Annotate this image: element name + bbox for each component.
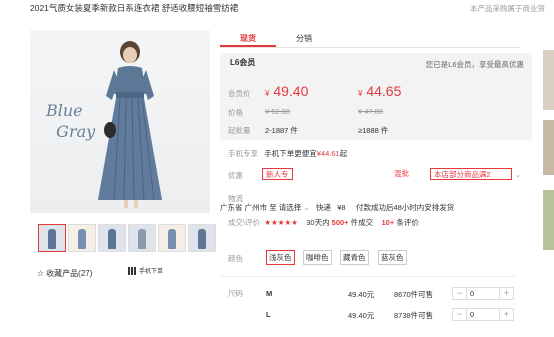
side-product-image[interactable]: [543, 190, 554, 250]
qr-code-icon: [128, 266, 136, 275]
table-row: L 49.40元 8738件可售 − 0 +: [220, 305, 516, 325]
deals-row: 成交\评价 ★★★★★ 30天内 500+ 件成交 10+ 条评价: [228, 217, 419, 228]
plus-button[interactable]: +: [500, 288, 513, 299]
color-label: 颜色: [228, 254, 243, 263]
size-table: M 49.40元 8670件可售 − 0 + L 49.40元 8738件可售 …: [220, 276, 516, 326]
side-product-image[interactable]: [543, 120, 554, 175]
ship-fee: ¥8: [337, 203, 346, 212]
color-option-light-gray[interactable]: 浅灰色: [266, 250, 295, 265]
size-stock: 8670件可售: [394, 290, 434, 299]
deals-period: 30天内: [306, 218, 330, 227]
thumbnail[interactable]: [158, 224, 186, 252]
mobile-order-button[interactable]: 手机下单: [128, 266, 163, 275]
mobile-order-label: 手机下单: [139, 269, 164, 275]
ship-promise: 付款成功后48小时内安排发货: [355, 203, 455, 212]
color-option-blue-gray[interactable]: 蓝灰色: [378, 250, 407, 265]
price-panel: L6会员 您已是L6会员，享受最高优惠 会员价 ¥ 49.40 ¥ 44.65 …: [220, 53, 532, 140]
member-price-label: 会员价: [228, 89, 251, 98]
plus-button[interactable]: +: [500, 309, 513, 320]
tab-spot[interactable]: 现货: [220, 30, 276, 47]
color-option-coffee[interactable]: 咖啡色: [303, 250, 332, 265]
promo-tag-mix[interactable]: 混批: [394, 168, 409, 180]
deals-count: 500+: [331, 218, 349, 227]
quantity-input[interactable]: 0: [466, 309, 500, 320]
purchase-tabs: 现货 分销: [220, 30, 520, 48]
script-overlay-text: Blue Gray: [46, 100, 95, 142]
thumbnail-strip: [38, 224, 216, 252]
side-product-image[interactable]: [543, 50, 554, 110]
member-price-tier1: ¥ 49.40: [265, 83, 309, 99]
minus-button[interactable]: −: [453, 288, 466, 299]
favorite-label: 收藏产品(27): [46, 269, 93, 278]
moq-tier1: 2-1887 件: [265, 126, 298, 135]
vip-level: L6会员: [230, 58, 256, 67]
quantity-input[interactable]: 0: [466, 288, 500, 299]
size-name: L: [266, 310, 271, 319]
size-name: M: [266, 289, 273, 298]
thumbnail[interactable]: [128, 224, 156, 252]
ship-from: 广东省 广州市: [220, 203, 268, 212]
main-product-image[interactable]: Blue Gray: [30, 30, 210, 213]
chevron-down-icon[interactable]: ⌄: [515, 171, 521, 179]
price-label: 价格: [228, 108, 243, 117]
favorite-button[interactable]: ☆ 收藏产品(27): [37, 268, 92, 279]
table-row: M 49.40元 8670件可售 − 0 +: [220, 284, 516, 304]
member-price-tier2: ¥ 44.65: [358, 83, 402, 99]
quantity-stepper: − 0 +: [452, 308, 514, 321]
moq-label: 起批量: [228, 126, 251, 135]
deals-suffix: 件成交: [350, 218, 374, 227]
mobile-text-post: 起: [339, 149, 348, 158]
star-icon: ☆: [37, 269, 45, 278]
script-line-1: Blue: [46, 101, 83, 120]
ship-method: 快递: [315, 203, 331, 212]
thumbnail[interactable]: [188, 224, 216, 252]
minus-button[interactable]: −: [453, 309, 466, 320]
size-price: 49.40元: [348, 290, 375, 299]
shipping-row: 广东省 广州市 至 请选择 ⌄ 快递 ¥8 付款成功后48小时内安排发货: [220, 202, 454, 213]
size-stock: 8738件可售: [394, 311, 434, 320]
review-suffix[interactable]: 条评价: [396, 218, 419, 227]
rating-stars: ★★★★★: [264, 218, 298, 227]
thumbnail[interactable]: [68, 224, 96, 252]
notice-text: 本产品采购属于商业贸: [470, 4, 545, 13]
size-price: 49.40元: [348, 311, 375, 320]
ship-to-label: 至: [269, 203, 277, 212]
mobile-label: 手机专享: [228, 149, 258, 158]
promo-tag-store[interactable]: 本店部分商品满2: [430, 168, 512, 180]
mobile-price: ¥44.61: [316, 149, 340, 158]
mobile-exclusive-row: 手机专享 手机下单更便宜¥44.61起: [228, 148, 347, 159]
vip-note: 您已是L6会员，享受最高优惠: [425, 60, 524, 69]
review-count[interactable]: 10+: [382, 218, 395, 227]
tab-distribution[interactable]: 分销: [276, 30, 332, 47]
moq-tier2: ≥1888 件: [358, 126, 389, 135]
promo-label: 优惠: [228, 171, 243, 180]
promo-tag-new[interactable]: 新人专: [262, 168, 293, 180]
deals-label: 成交\评价: [228, 218, 261, 227]
price-tier2: ¥ 47.00: [358, 107, 384, 116]
price-tier1: ¥ 52.00: [265, 107, 291, 116]
product-title: 2021气质女装夏季新款日系连衣裙 舒适收腰短袖雪纺裙: [30, 3, 239, 13]
chevron-down-icon: ⌄: [303, 203, 310, 212]
ship-to-select[interactable]: 请选择: [279, 203, 302, 212]
script-line-2: Gray: [46, 122, 96, 141]
quantity-stepper: − 0 +: [452, 287, 514, 300]
mobile-text: 手机下单更便宜: [264, 149, 317, 158]
thumbnail[interactable]: [38, 224, 66, 252]
thumbnail[interactable]: [98, 224, 126, 252]
color-option-navy[interactable]: 藏青色: [340, 250, 369, 265]
